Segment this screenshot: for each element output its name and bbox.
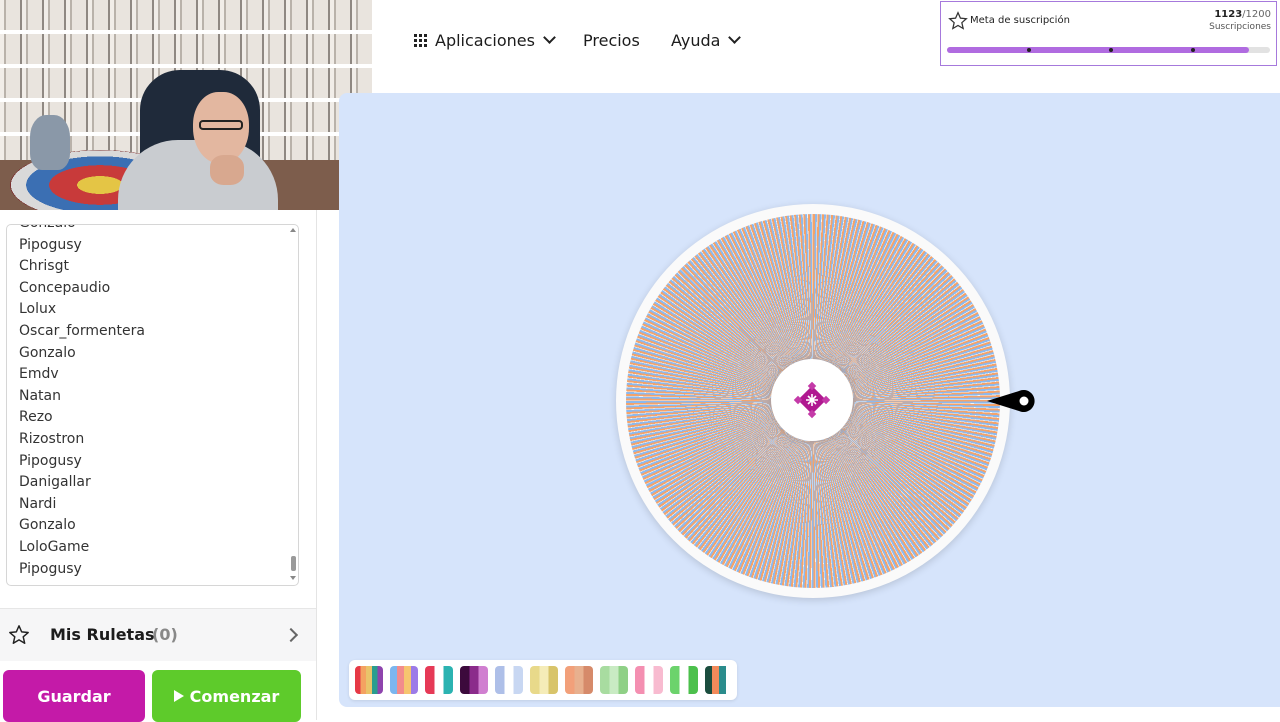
spin-wheel[interactable] <box>616 204 1010 598</box>
entry-item: Nardi <box>19 495 57 512</box>
entry-item: Oscar_formentera <box>19 322 145 339</box>
webcam-overlay <box>0 0 372 210</box>
palette-swatch[interactable] <box>390 666 418 694</box>
entry-item: Lolux <box>19 301 57 318</box>
mis-ruletas-label: Mis Ruletas <box>50 625 155 644</box>
palette-swatch[interactable] <box>495 666 523 694</box>
goal-milestone <box>1191 48 1195 52</box>
goal-count: 1123/1200 <box>1214 9 1271 20</box>
goal-current: 1123 <box>1214 9 1243 20</box>
entries-textarea[interactable]: GonzaloPipogusyChrisgtConcepaudioLoluxOs… <box>6 224 299 586</box>
palette-swatch[interactable] <box>670 666 698 694</box>
entry-item: Gonzalo <box>19 344 76 361</box>
goal-milestone <box>1109 48 1113 52</box>
entry-item: Chrisgt <box>19 258 69 275</box>
chevron-down-icon <box>728 31 742 44</box>
palette-swatch[interactable] <box>425 666 453 694</box>
palette-swatch[interactable] <box>460 666 488 694</box>
start-button-label: Comenzar <box>189 686 280 706</box>
nav-pricing-link[interactable]: Precios <box>583 28 640 52</box>
goal-subtitle: Suscripciones <box>1209 22 1271 32</box>
entry-item: Concepaudio <box>19 279 111 296</box>
goal-milestone <box>1027 48 1031 52</box>
nav-apps-menu[interactable]: Aplicaciones <box>414 28 556 52</box>
palette-swatch[interactable] <box>565 666 593 694</box>
entry-item: Emdv <box>19 366 59 383</box>
goal-title: Meta de suscripción <box>970 15 1070 26</box>
nav-help-label: Ayuda <box>671 30 721 50</box>
sidebar: GonzaloPipogusyChrisgtConcepaudioLoluxOs… <box>0 210 317 722</box>
nav-pricing-label: Precios <box>583 30 640 50</box>
entry-item: LoloGame <box>19 538 90 555</box>
scrollbar-thumb[interactable] <box>291 556 296 571</box>
entry-item: Gonzalo <box>19 225 145 235</box>
subscription-goal-widget: Meta de suscripción 1123/1200 Suscripcio… <box>940 1 1277 66</box>
mis-ruletas-button[interactable]: Mis Ruletas (0) <box>0 609 316 661</box>
entries-list: GonzaloPipogusyChrisgtConcepaudioLoluxOs… <box>19 225 145 580</box>
entry-item: Pipogusy <box>19 452 82 469</box>
entry-item: Rizostron <box>19 430 85 447</box>
palette-swatch[interactable] <box>355 666 383 694</box>
goal-total: /1200 <box>1242 9 1271 20</box>
save-button-label: Guardar <box>37 686 111 706</box>
start-button[interactable]: Comenzar <box>152 670 301 722</box>
star-icon <box>9 625 29 644</box>
scroll-up-arrow[interactable] <box>290 228 296 232</box>
palette-swatch[interactable] <box>635 666 663 694</box>
entry-item: Danigallar <box>19 474 91 491</box>
palette-swatch[interactable] <box>600 666 628 694</box>
entry-item: Natan <box>19 387 61 404</box>
entry-item: Rezo <box>19 409 53 426</box>
goal-progress-bar <box>947 47 1270 53</box>
color-palette-bar <box>349 660 737 700</box>
wheel-pointer[interactable] <box>985 389 1041 413</box>
plush-toy <box>30 115 70 170</box>
play-icon <box>173 690 184 702</box>
entry-item: Gonzalo <box>19 517 76 534</box>
chevron-right-icon <box>283 627 299 643</box>
chevron-down-icon <box>543 31 556 44</box>
entry-item: Pipogusy <box>19 560 82 577</box>
goal-progress-fill <box>947 47 1250 53</box>
nav-apps-label: Aplicaciones <box>435 30 535 50</box>
star-icon <box>948 11 968 30</box>
nav-help-menu[interactable]: Ayuda <box>671 28 742 52</box>
mis-ruletas-count: (0) <box>152 625 178 644</box>
palette-swatch[interactable] <box>530 666 558 694</box>
wheel-area <box>339 93 1280 707</box>
wheel-logo-icon <box>793 381 831 419</box>
wheel-center-hub[interactable] <box>771 359 853 441</box>
save-button[interactable]: Guardar <box>3 670 145 722</box>
palette-swatch[interactable] <box>705 666 733 694</box>
scroll-down-arrow[interactable] <box>290 576 296 580</box>
grid-icon <box>414 33 427 47</box>
entry-item: Pipogusy <box>19 236 82 253</box>
